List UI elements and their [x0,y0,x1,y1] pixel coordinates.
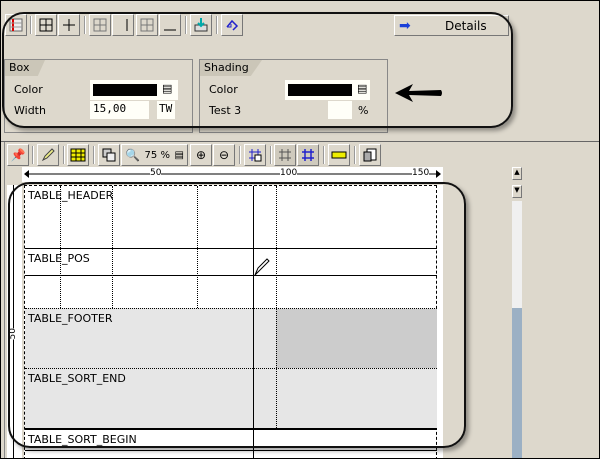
separator [93,146,95,164]
scrollbar-track[interactable] [512,201,522,458]
zoom-value: 75 % [144,149,170,161]
separator [270,146,272,164]
pencil-icon[interactable] [37,144,59,166]
ruler-tick-label: 50 [150,168,162,178]
horizontal-ruler: 50 100 150 [22,167,443,182]
insert-cell-icon[interactable] [244,144,266,166]
grid-toggle-icon[interactable] [274,144,296,166]
table-color-icon[interactable] [67,144,89,166]
separator [323,146,325,164]
separator [354,146,356,164]
copy-window-icon[interactable] [98,144,120,166]
zoom-select[interactable]: 🔍 75 % ▤ [121,144,188,166]
ruler-icon[interactable] [328,144,350,166]
scroll-down-button[interactable]: ▼ [512,185,522,198]
annotation-callout-bottom [8,182,466,448]
pin-icon[interactable]: 📌 [7,144,29,166]
annotation-callout-top [2,12,513,128]
scroll-up-button[interactable]: ▲ [512,167,522,180]
separator [63,146,65,164]
scrollbar-thumb[interactable] [512,308,522,458]
zoom-magnifier-icon: 🔍 [125,148,140,162]
zoom-out-icon[interactable]: ⊖ [213,144,235,166]
dropdown-icon: ▤ [174,149,184,161]
left-frame [1,142,5,458]
settings-pages-icon[interactable] [359,144,381,166]
zoom-in-icon[interactable]: ⊕ [190,144,212,166]
separator [32,146,34,164]
ruler-tick-label: 150 [412,168,430,178]
blue-grid-icon[interactable] [297,144,319,166]
ruler-tick-label: 100 [280,168,298,178]
table-painter-window: ➡ Details Box Color ▤ Width 15,00 TW Sha… [1,1,599,458]
separator [239,146,241,164]
divider [1,141,599,142]
